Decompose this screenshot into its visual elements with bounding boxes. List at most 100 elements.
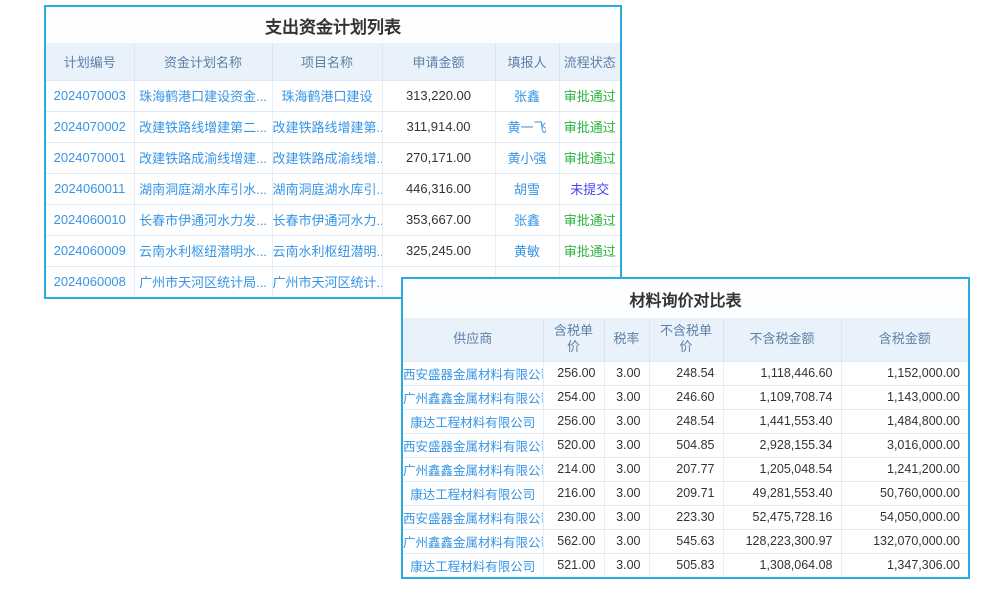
table-row: 2024060009 云南水利枢纽潜明水... 云南水利枢纽潜明... 325,… (46, 235, 620, 266)
plan-name-cell[interactable]: 改建铁路线增建第二... (134, 111, 272, 142)
table-row: 广州鑫鑫金属材料有限公司 562.00 3.00 545.63 128,223,… (403, 529, 968, 553)
tax-price-cell: 520.00 (543, 433, 604, 457)
column-header-supplier: 供应商 (403, 318, 543, 361)
plan-id-cell[interactable]: 2024070003 (46, 80, 134, 111)
net-price-cell: 505.83 (649, 553, 723, 577)
status-cell: 审批通过 (559, 235, 620, 266)
supplier-cell[interactable]: 广州鑫鑫金属材料有限公司 (403, 457, 543, 481)
filler-cell: 黄敏 (495, 235, 559, 266)
tax-price-cell: 256.00 (543, 361, 604, 385)
net-amount-cell: 1,441,553.40 (723, 409, 841, 433)
tax-rate-cell: 3.00 (604, 361, 649, 385)
column-header-net-amount: 不含税金额 (723, 318, 841, 361)
filler-cell: 胡雪 (495, 173, 559, 204)
column-header-tax-price: 含税单价 (543, 318, 604, 361)
tax-price-cell: 254.00 (543, 385, 604, 409)
project-name-cell[interactable]: 湖南洞庭湖水库引... (272, 173, 382, 204)
net-price-cell: 207.77 (649, 457, 723, 481)
status-cell: 审批通过 (559, 204, 620, 235)
gross-amount-cell: 1,152,000.00 (841, 361, 968, 385)
plan-id-cell[interactable]: 2024070001 (46, 142, 134, 173)
plan-table-card: 支出资金计划列表 计划编号 资金计划名称 项目名称 申请金额 填报人 流程状态 … (44, 5, 622, 299)
column-header-amount: 申请金额 (382, 43, 495, 80)
amount-cell: 270,171.00 (382, 142, 495, 173)
gross-amount-cell: 1,347,306.00 (841, 553, 968, 577)
tax-rate-cell: 3.00 (604, 553, 649, 577)
tax-price-cell: 216.00 (543, 481, 604, 505)
net-price-cell: 248.54 (649, 409, 723, 433)
column-header-gross-amount: 含税金额 (841, 318, 968, 361)
net-amount-cell: 1,109,708.74 (723, 385, 841, 409)
supplier-cell[interactable]: 康达工程材料有限公司 (403, 553, 543, 577)
net-amount-cell: 1,205,048.54 (723, 457, 841, 481)
status-cell: 未提交 (559, 173, 620, 204)
tax-rate-cell: 3.00 (604, 433, 649, 457)
project-name-cell[interactable]: 云南水利枢纽潜明... (272, 235, 382, 266)
supplier-cell[interactable]: 康达工程材料有限公司 (403, 481, 543, 505)
net-price-cell: 209.71 (649, 481, 723, 505)
project-name-cell[interactable]: 改建铁路线增建第... (272, 111, 382, 142)
tax-rate-cell: 3.00 (604, 457, 649, 481)
project-name-cell[interactable]: 广州市天河区统计... (272, 266, 382, 297)
plan-id-cell[interactable]: 2024060011 (46, 173, 134, 204)
status-cell: 审批通过 (559, 111, 620, 142)
project-name-cell[interactable]: 珠海鹤港口建设 (272, 80, 382, 111)
plan-name-cell[interactable]: 湖南洞庭湖水库引水... (134, 173, 272, 204)
gross-amount-cell: 50,760,000.00 (841, 481, 968, 505)
project-name-cell[interactable]: 改建铁路成渝线增... (272, 142, 382, 173)
table-row: 2024070001 改建铁路成渝线增建... 改建铁路成渝线增... 270,… (46, 142, 620, 173)
plan-id-cell[interactable]: 2024060008 (46, 266, 134, 297)
table-row: 西安盛器金属材料有限公司 230.00 3.00 223.30 52,475,7… (403, 505, 968, 529)
net-amount-cell: 2,928,155.34 (723, 433, 841, 457)
plan-name-cell[interactable]: 长春市伊通河水力发... (134, 204, 272, 235)
table-row: 2024070002 改建铁路线增建第二... 改建铁路线增建第... 311,… (46, 111, 620, 142)
plan-name-cell[interactable]: 云南水利枢纽潜明水... (134, 235, 272, 266)
plan-id-cell[interactable]: 2024060010 (46, 204, 134, 235)
table-row: 广州鑫鑫金属材料有限公司 214.00 3.00 207.77 1,205,04… (403, 457, 968, 481)
supplier-cell[interactable]: 广州鑫鑫金属材料有限公司 (403, 385, 543, 409)
plan-name-cell[interactable]: 广州市天河区统计局... (134, 266, 272, 297)
table-row: 康达工程材料有限公司 521.00 3.00 505.83 1,308,064.… (403, 553, 968, 577)
table-row: 康达工程材料有限公司 216.00 3.00 209.71 49,281,553… (403, 481, 968, 505)
supplier-cell[interactable]: 康达工程材料有限公司 (403, 409, 543, 433)
amount-cell: 446,316.00 (382, 173, 495, 204)
column-header-filler: 填报人 (495, 43, 559, 80)
net-price-cell: 223.30 (649, 505, 723, 529)
table-row: 西安盛器金属材料有限公司 520.00 3.00 504.85 2,928,15… (403, 433, 968, 457)
plan-id-cell[interactable]: 2024060009 (46, 235, 134, 266)
gross-amount-cell: 132,070,000.00 (841, 529, 968, 553)
tax-price-cell: 562.00 (543, 529, 604, 553)
net-price-cell: 248.54 (649, 361, 723, 385)
column-header-plan-name: 资金计划名称 (134, 43, 272, 80)
tax-rate-cell: 3.00 (604, 529, 649, 553)
status-cell: 审批通过 (559, 142, 620, 173)
quote-table-header-row: 供应商 含税单价 税率 不含税单价 不含税金额 含税金额 (403, 318, 968, 361)
supplier-cell[interactable]: 西安盛器金属材料有限公司 (403, 433, 543, 457)
tax-rate-cell: 3.00 (604, 385, 649, 409)
column-header-plan-id: 计划编号 (46, 43, 134, 80)
project-name-cell[interactable]: 长春市伊通河水力... (272, 204, 382, 235)
filler-cell: 黄小强 (495, 142, 559, 173)
net-amount-cell: 52,475,728.16 (723, 505, 841, 529)
net-amount-cell: 49,281,553.40 (723, 481, 841, 505)
table-row: 西安盛器金属材料有限公司 256.00 3.00 248.54 1,118,44… (403, 361, 968, 385)
gross-amount-cell: 1,241,200.00 (841, 457, 968, 481)
quote-table: 供应商 含税单价 税率 不含税单价 不含税金额 含税金额 西安盛器金属材料有限公… (403, 318, 968, 577)
plan-id-cell[interactable]: 2024070002 (46, 111, 134, 142)
table-row: 2024070003 珠海鹤港口建设资金... 珠海鹤港口建设 313,220.… (46, 80, 620, 111)
quote-table-card: 材料询价对比表 供应商 含税单价 税率 不含税单价 不含税金额 含税金额 西安盛… (401, 277, 970, 579)
supplier-cell[interactable]: 广州鑫鑫金属材料有限公司 (403, 529, 543, 553)
gross-amount-cell: 3,016,000.00 (841, 433, 968, 457)
supplier-cell[interactable]: 西安盛器金属材料有限公司 (403, 361, 543, 385)
plan-name-cell[interactable]: 改建铁路成渝线增建... (134, 142, 272, 173)
tax-price-cell: 230.00 (543, 505, 604, 529)
amount-cell: 325,245.00 (382, 235, 495, 266)
plan-table-header-row: 计划编号 资金计划名称 项目名称 申请金额 填报人 流程状态 (46, 43, 620, 80)
net-price-cell: 504.85 (649, 433, 723, 457)
amount-cell: 353,667.00 (382, 204, 495, 235)
net-amount-cell: 1,308,064.08 (723, 553, 841, 577)
status-cell: 审批通过 (559, 80, 620, 111)
supplier-cell[interactable]: 西安盛器金属材料有限公司 (403, 505, 543, 529)
plan-name-cell[interactable]: 珠海鹤港口建设资金... (134, 80, 272, 111)
table-row: 康达工程材料有限公司 256.00 3.00 248.54 1,441,553.… (403, 409, 968, 433)
